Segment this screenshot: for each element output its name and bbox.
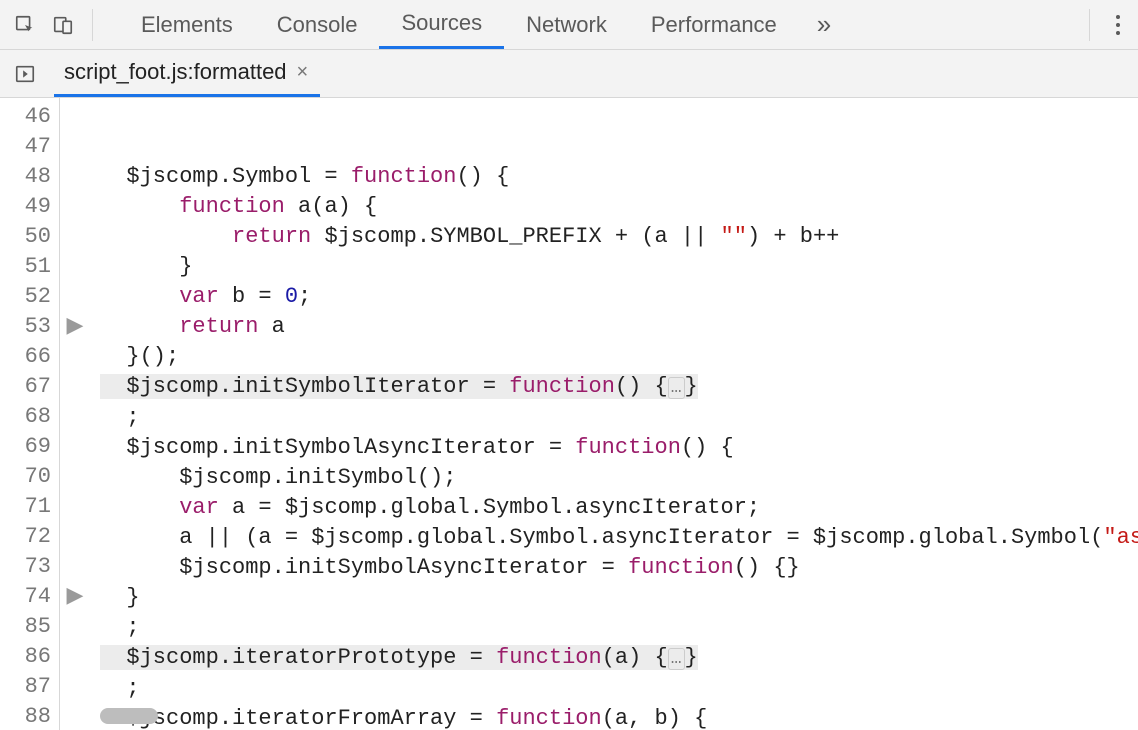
code-line: function a(a) { bbox=[100, 192, 1138, 222]
code-line: $jscomp.Symbol = function() { bbox=[100, 162, 1138, 192]
line-number: 73 bbox=[0, 552, 51, 582]
fold-spacer bbox=[60, 192, 90, 222]
panel-tab-elements[interactable]: Elements bbox=[119, 0, 255, 49]
horizontal-scrollbar-thumb[interactable] bbox=[100, 708, 158, 724]
fold-spacer bbox=[60, 162, 90, 192]
line-number: 52 bbox=[0, 282, 51, 312]
code-line: $jscomp.initSymbol(); bbox=[100, 463, 1138, 493]
line-number: 66 bbox=[0, 342, 51, 372]
more-tabs-button[interactable]: » bbox=[799, 9, 849, 40]
fold-spacer bbox=[60, 552, 90, 582]
code-editor: 4647484950515253666768697071727374858687… bbox=[0, 98, 1138, 730]
fold-spacer bbox=[60, 432, 90, 462]
line-number: 53 bbox=[0, 312, 51, 342]
fold-spacer bbox=[60, 672, 90, 702]
fold-spacer bbox=[60, 102, 90, 132]
toolbar-separator bbox=[1089, 9, 1090, 41]
line-number: 47 bbox=[0, 132, 51, 162]
code-line: var a = $jscomp.global.Symbol.asyncItera… bbox=[100, 493, 1138, 523]
code-line: $jscomp.initSymbolIterator = function() … bbox=[100, 372, 1138, 403]
fold-spacer bbox=[60, 612, 90, 642]
fold-spacer bbox=[60, 342, 90, 372]
toolbar-right bbox=[1081, 0, 1138, 49]
file-tab[interactable]: script_foot.js:formatted × bbox=[54, 50, 320, 97]
line-number: 51 bbox=[0, 252, 51, 282]
line-number: 67 bbox=[0, 372, 51, 402]
code-line: return $jscomp.SYMBOL_PREFIX + (a || "")… bbox=[100, 222, 1138, 252]
line-number-gutter: 4647484950515253666768697071727374858687… bbox=[0, 98, 60, 730]
fold-spacer bbox=[60, 402, 90, 432]
devtools-toolbar: ElementsConsoleSourcesNetworkPerformance… bbox=[0, 0, 1138, 50]
panel-tab-console[interactable]: Console bbox=[255, 0, 380, 49]
fold-arrow-icon[interactable]: ▶ bbox=[60, 312, 90, 342]
panel-tab-network[interactable]: Network bbox=[504, 0, 629, 49]
fold-spacer bbox=[60, 492, 90, 522]
code-line: var b = 0; bbox=[100, 282, 1138, 312]
close-icon[interactable]: × bbox=[297, 61, 309, 84]
sources-tabbar: script_foot.js:formatted × bbox=[0, 50, 1138, 98]
toolbar-separator bbox=[92, 9, 93, 41]
line-number: 69 bbox=[0, 432, 51, 462]
code-line: return a bbox=[100, 312, 1138, 342]
line-number: 86 bbox=[0, 642, 51, 672]
code-line: ; bbox=[100, 674, 1138, 704]
fold-spacer bbox=[60, 462, 90, 492]
panel-tab-sources[interactable]: Sources bbox=[379, 0, 504, 49]
navigator-toggle-icon[interactable] bbox=[10, 59, 40, 89]
line-number: 48 bbox=[0, 162, 51, 192]
line-number: 71 bbox=[0, 492, 51, 522]
line-number: 74 bbox=[0, 582, 51, 612]
fold-spacer bbox=[60, 522, 90, 552]
line-number: 46 bbox=[0, 102, 51, 132]
fold-spacer bbox=[60, 252, 90, 282]
code-line: a || (a = $jscomp.global.Symbol.asyncIte… bbox=[100, 523, 1138, 553]
line-number: 72 bbox=[0, 522, 51, 552]
line-number: 50 bbox=[0, 222, 51, 252]
panel-tab-performance[interactable]: Performance bbox=[629, 0, 799, 49]
line-number: 49 bbox=[0, 192, 51, 222]
code-line: $jscomp.iteratorPrototype = function(a) … bbox=[100, 643, 1138, 674]
fold-spacer bbox=[60, 372, 90, 402]
code-content[interactable]: $jscomp.Symbol = function() { function a… bbox=[90, 98, 1138, 730]
code-line: }(); bbox=[100, 342, 1138, 372]
fold-spacer bbox=[60, 132, 90, 162]
code-line: $jscomp.initSymbolAsyncIterator = functi… bbox=[100, 433, 1138, 463]
fold-gutter: ▶ ▶ bbox=[60, 98, 90, 730]
line-number: 88 bbox=[0, 702, 51, 730]
file-tab-label: script_foot.js:formatted bbox=[64, 59, 287, 85]
code-line: ; bbox=[100, 613, 1138, 643]
fold-spacer bbox=[60, 702, 90, 730]
kebab-menu-icon[interactable] bbox=[1098, 0, 1138, 49]
code-line: ; bbox=[100, 403, 1138, 433]
code-line: } bbox=[100, 252, 1138, 282]
panel-tabs: ElementsConsoleSourcesNetworkPerformance bbox=[119, 0, 799, 49]
line-number: 70 bbox=[0, 462, 51, 492]
fold-arrow-icon[interactable]: ▶ bbox=[60, 582, 90, 612]
fold-spacer bbox=[60, 642, 90, 672]
code-line: $jscomp.iteratorFromArray = function(a, … bbox=[100, 704, 1138, 730]
fold-spacer bbox=[60, 222, 90, 252]
code-line: } bbox=[100, 583, 1138, 613]
line-number: 85 bbox=[0, 612, 51, 642]
device-toggle-icon[interactable] bbox=[48, 10, 78, 40]
fold-spacer bbox=[60, 282, 90, 312]
code-line: $jscomp.initSymbolAsyncIterator = functi… bbox=[100, 553, 1138, 583]
inspect-element-icon[interactable] bbox=[10, 10, 40, 40]
line-number: 87 bbox=[0, 672, 51, 702]
line-number: 68 bbox=[0, 402, 51, 432]
